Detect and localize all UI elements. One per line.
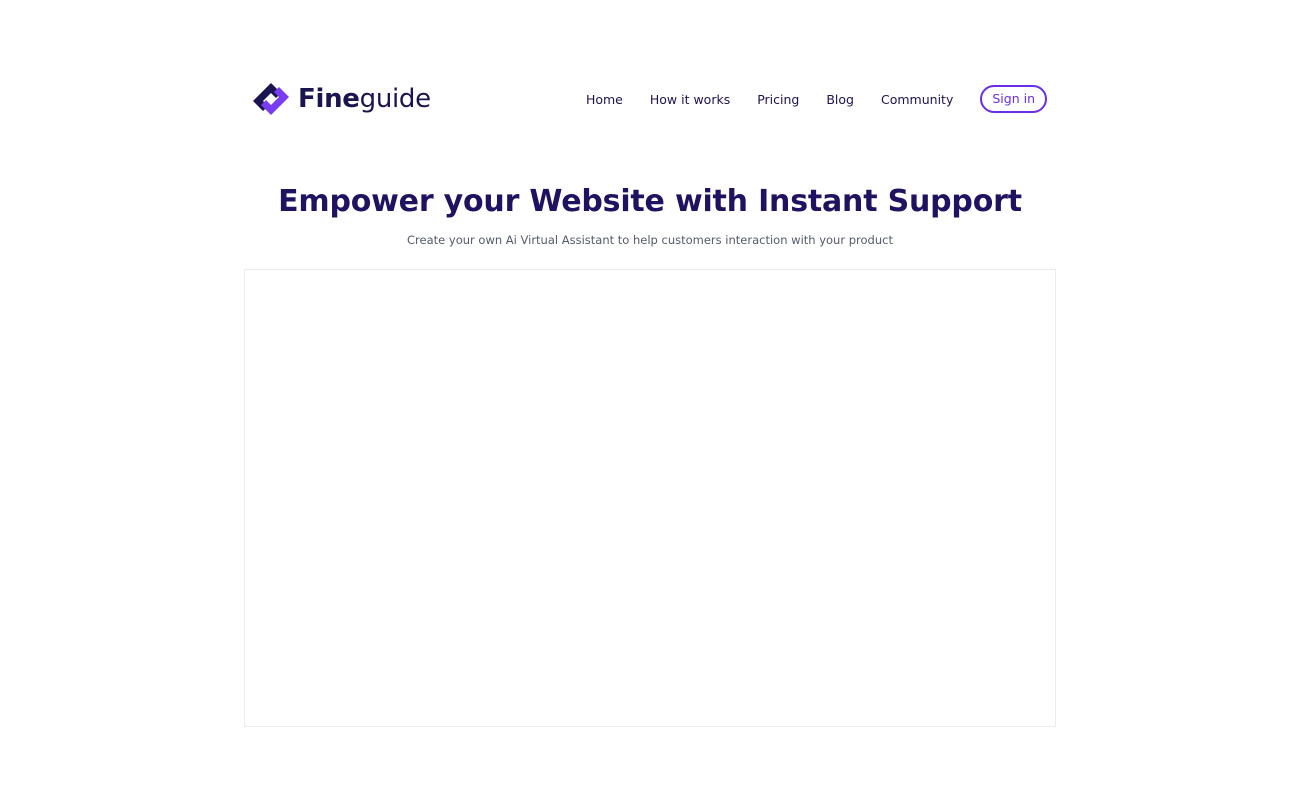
site-header: Fineguide Home How it works Pricing Blog… bbox=[253, 80, 1047, 118]
nav-community[interactable]: Community bbox=[881, 92, 953, 107]
fineguide-logo-icon bbox=[253, 81, 289, 117]
hero-title: Empower your Website with Instant Suppor… bbox=[278, 184, 1022, 219]
sign-in-button[interactable]: Sign in bbox=[980, 85, 1047, 113]
demo-embed-frame[interactable] bbox=[244, 269, 1056, 727]
brand-name-light: guide bbox=[359, 84, 432, 114]
brand-logo-link[interactable]: Fineguide bbox=[253, 81, 431, 117]
nav-home[interactable]: Home bbox=[586, 92, 623, 107]
brand-name-bold: Fine bbox=[298, 84, 360, 114]
nav-blog[interactable]: Blog bbox=[826, 92, 854, 107]
hero-subtitle: Create your own Ai Virtual Assistant to … bbox=[407, 233, 893, 247]
landing-page: Fineguide Home How it works Pricing Blog… bbox=[0, 0, 1300, 788]
main-nav: Home How it works Pricing Blog Community… bbox=[586, 85, 1047, 113]
brand-name: Fineguide bbox=[298, 86, 431, 112]
nav-how-it-works[interactable]: How it works bbox=[650, 92, 730, 107]
nav-pricing[interactable]: Pricing bbox=[757, 92, 799, 107]
